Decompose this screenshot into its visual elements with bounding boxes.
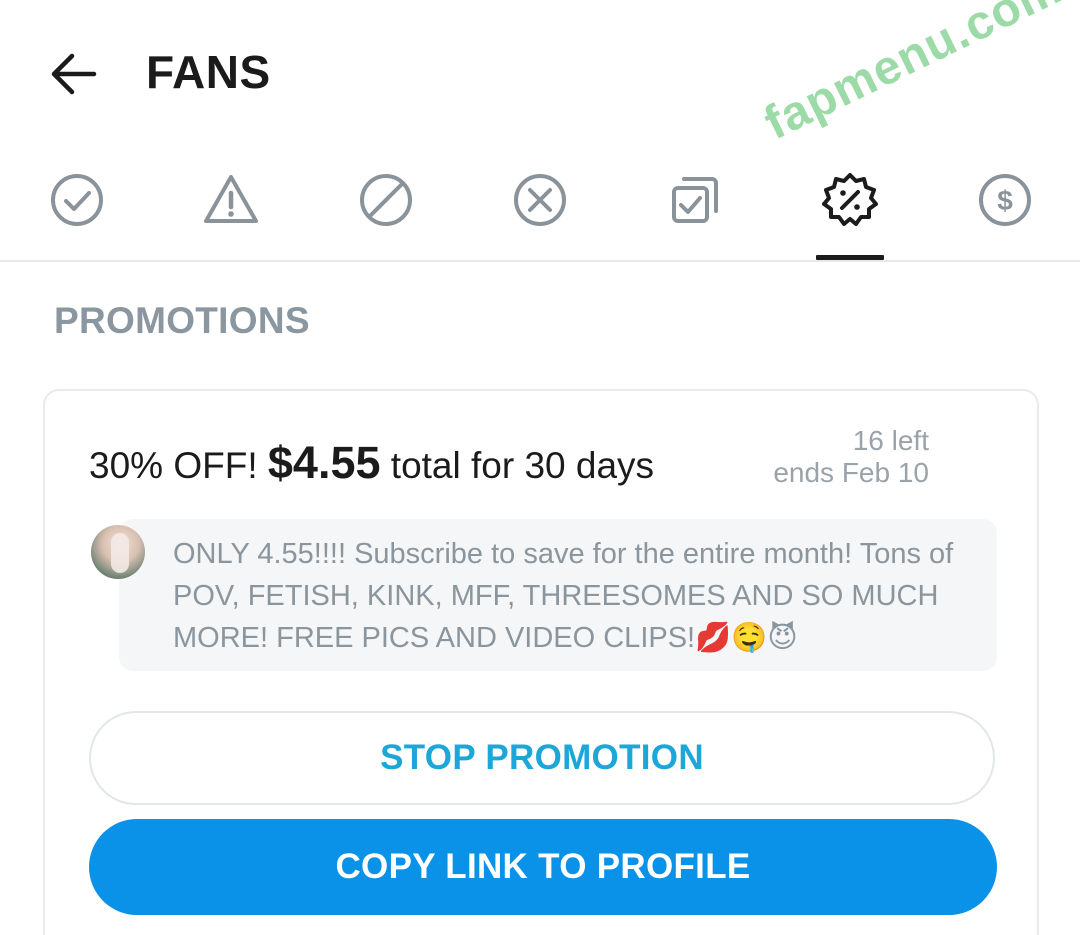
arrow-left-icon bbox=[51, 53, 97, 95]
discount-text: 30% OFF! bbox=[89, 445, 268, 486]
promotion-badge-icon bbox=[822, 173, 878, 226]
tab-restricted[interactable] bbox=[181, 140, 281, 260]
svg-text:$: $ bbox=[997, 185, 1013, 216]
blocked-icon bbox=[360, 174, 412, 226]
page-title: FANS bbox=[146, 46, 271, 98]
tab-collections[interactable] bbox=[645, 140, 745, 260]
section-title: PROMOTIONS bbox=[54, 300, 310, 341]
promotion-title: 30% OFF! $4.55 total for 30 days bbox=[89, 437, 654, 489]
promotion-price: $4.55 bbox=[267, 437, 381, 488]
tab-expired[interactable] bbox=[490, 140, 590, 260]
end-date: ends Feb 10 bbox=[773, 457, 929, 488]
tab-active-fans[interactable] bbox=[27, 140, 127, 260]
promotion-meta: 16 left ends Feb 10 bbox=[773, 425, 929, 489]
avatar bbox=[91, 525, 145, 579]
checked-copies-icon bbox=[672, 177, 718, 223]
check-circle-icon bbox=[51, 174, 103, 226]
promotion-message: ONLY 4.55!!!! Subscribe to save for the … bbox=[119, 519, 997, 671]
copy-link-button[interactable]: COPY LINK TO PROFILE bbox=[89, 819, 997, 915]
x-circle-icon bbox=[514, 174, 566, 226]
promotion-card: 30% OFF! $4.55 total for 30 days 16 left… bbox=[43, 389, 1039, 935]
tab-earnings[interactable]: $ bbox=[955, 140, 1055, 260]
back-button[interactable] bbox=[46, 48, 102, 100]
duration-text: total for 30 days bbox=[380, 445, 655, 486]
dollar-circle-icon: $ bbox=[979, 174, 1031, 226]
tab-blocked[interactable] bbox=[336, 140, 436, 260]
warning-triangle-icon bbox=[204, 175, 258, 223]
tab-promotions[interactable] bbox=[800, 140, 900, 260]
remaining-count: 16 left bbox=[852, 425, 929, 456]
fans-promotions-screen: FANS fapmenu.com $ PROMOTIONS 30% OFF! $… bbox=[0, 0, 1080, 935]
stop-promotion-button[interactable]: STOP PROMOTION bbox=[89, 711, 995, 805]
header: FANS bbox=[0, 0, 1080, 140]
filter-tabs: $ bbox=[0, 140, 1080, 262]
